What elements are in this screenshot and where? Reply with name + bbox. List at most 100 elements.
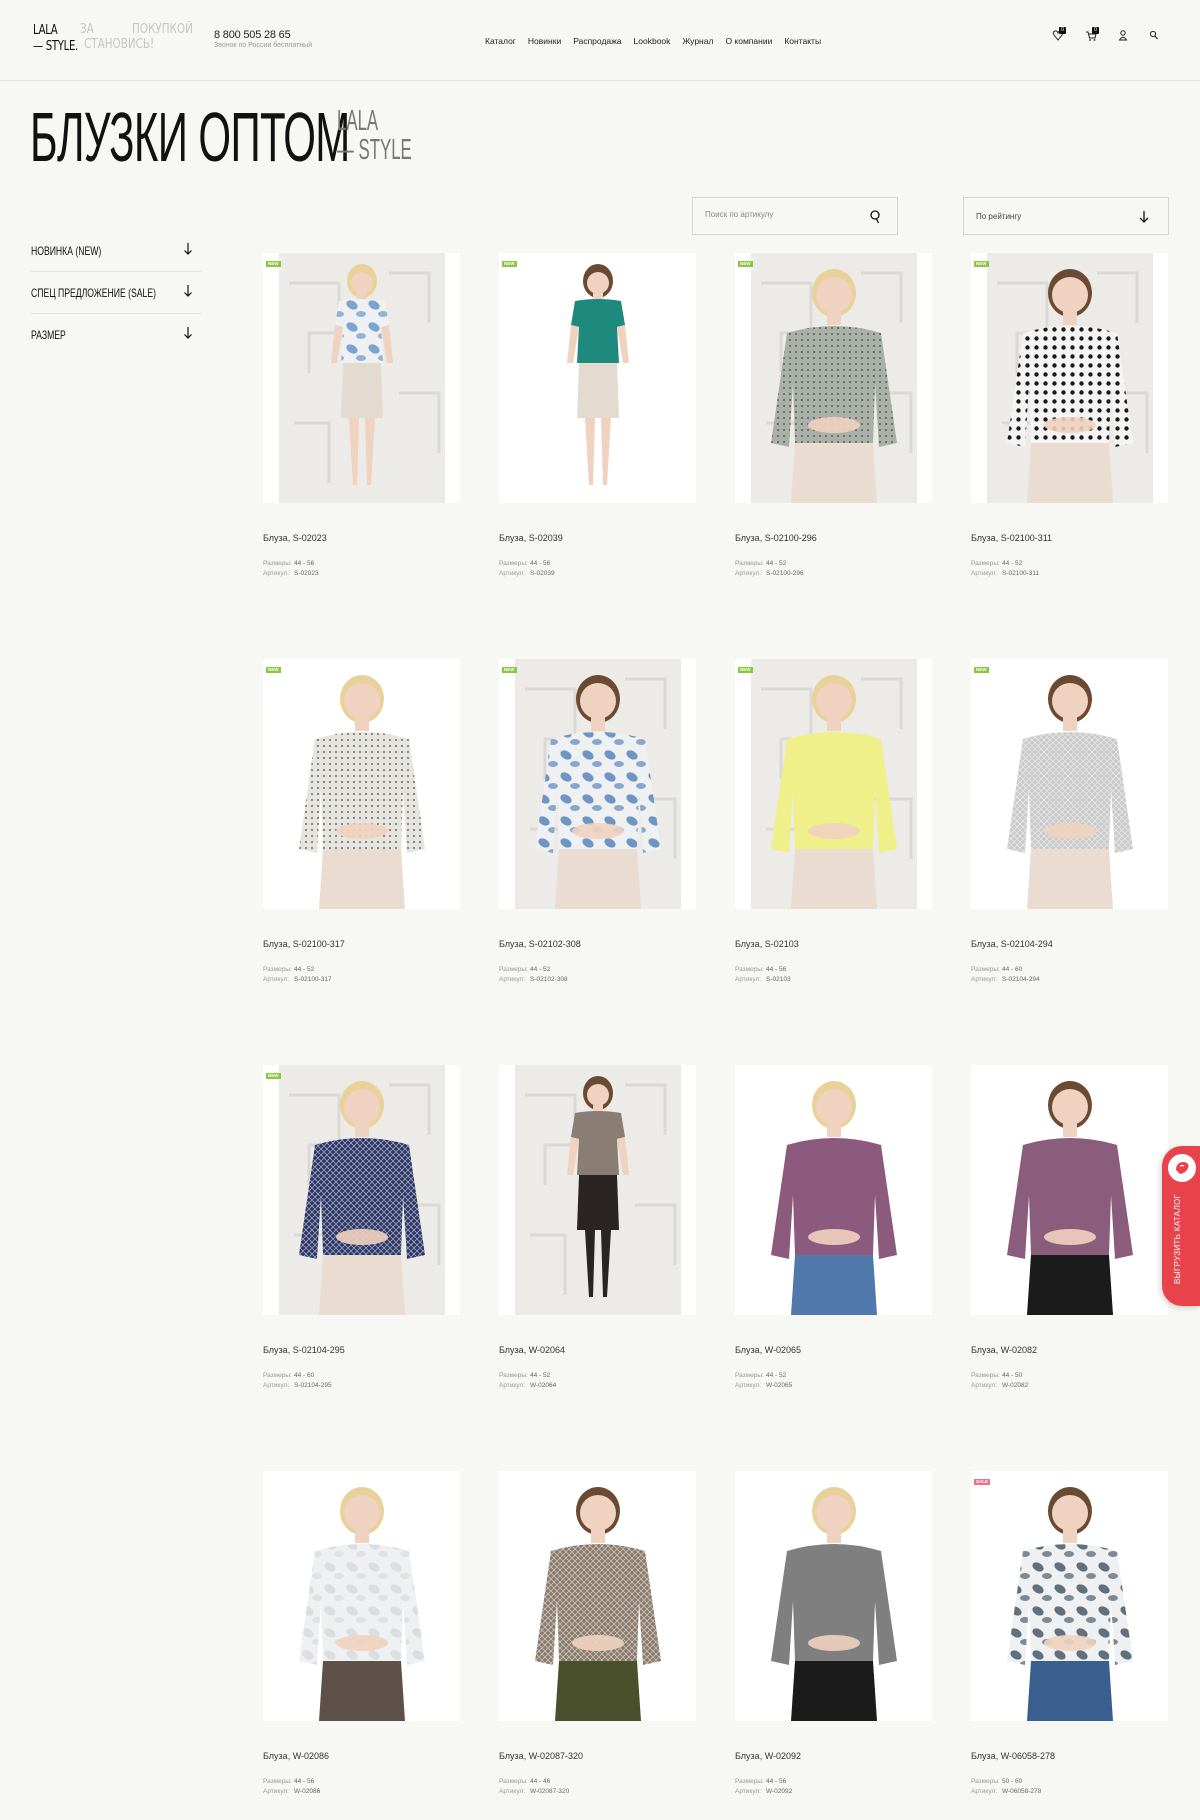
article-search (692, 197, 898, 235)
product-photo-frame (987, 1065, 1153, 1315)
article-search-input[interactable] (705, 210, 855, 219)
product-photo[interactable]: NEW (263, 253, 460, 503)
product-name[interactable]: Блуза, S-02104-294 (971, 938, 1053, 950)
product-photo[interactable] (263, 1471, 460, 1721)
product-name[interactable]: Блуза, W-02064 (499, 1344, 565, 1356)
product-card[interactable]: NEW Блуза, S-02023 Размеры: 44 - 56 Артикул:… (263, 253, 460, 583)
product-photo[interactable]: SALE (971, 1471, 1168, 1721)
sort-select[interactable]: По рейтингу (963, 197, 1169, 235)
product-name[interactable]: Блуза, W-06058-278 (971, 1750, 1055, 1762)
nav-item-contacts[interactable]: Контакты (784, 36, 821, 47)
product-photo[interactable]: NEW (263, 659, 460, 909)
phone-note: Звонок по России бесплатный (214, 42, 313, 49)
sizes-label: Размеры: (735, 560, 764, 567)
arrow-down-icon (184, 243, 192, 255)
filter-size[interactable]: РАЗМЕР (31, 314, 201, 356)
product-sizes: 44 - 46 (530, 1778, 551, 1785)
product-card[interactable]: Блуза, W-02086 Размеры: 44 - 56 Артикул: W-0… (263, 1471, 460, 1801)
product-card[interactable]: NEW Блуза, S-02103 Размеры: 44 - 56 Артикул:… (735, 659, 932, 989)
nav-item-about[interactable]: О компании (725, 36, 772, 47)
product-meta: Размеры: 44 - 52 Артикул: W-02065 (735, 1371, 792, 1390)
product-article-row: Артикул: S-02104-294 (971, 975, 1040, 985)
filter-new[interactable]: НОВИНКА (NEW) (31, 230, 201, 272)
product-card[interactable]: NEW Блуза, S-02104-294 Размеры: 44 - 60 Арти… (971, 659, 1168, 989)
product-photo-frame (515, 1471, 681, 1721)
product-name[interactable]: Блуза, S-02102-308 (499, 938, 581, 950)
logo-line-1: LALA (33, 23, 58, 38)
product-name[interactable]: Блуза, W-02087-320 (499, 1750, 583, 1762)
nav-item-lookbook[interactable]: Lookbook (634, 36, 671, 47)
product-name[interactable]: Блуза, S-02023 (263, 532, 327, 544)
product-name[interactable]: Блуза, W-02082 (971, 1344, 1037, 1356)
product-sizes-row: Размеры: 44 - 52 (735, 1371, 792, 1381)
nav-item-catalog[interactable]: Каталог (485, 36, 516, 47)
product-photo[interactable]: NEW (971, 253, 1168, 503)
product-article: S-02102-308 (530, 975, 568, 983)
user-icon[interactable] (1117, 28, 1131, 46)
slogan-word-2: ПОКУПКОЙ (132, 22, 193, 37)
product-meta: Размеры: 44 - 56 Артикул: S-02039 (499, 559, 555, 578)
product-article-row: Артикул: W-02064 (499, 1381, 556, 1391)
product-name[interactable]: Блуза, S-02104-295 (263, 1344, 345, 1356)
product-card[interactable]: Блуза, W-02092 Размеры: 44 - 56 Артикул: W-0… (735, 1471, 932, 1801)
product-photo[interactable]: NEW (735, 253, 932, 503)
product-photo[interactable]: NEW (263, 1065, 460, 1315)
search-icon[interactable] (868, 209, 882, 225)
product-card[interactable]: NEW Блуза, S-02100-296 Размеры: 44 - 52 Арти… (735, 253, 932, 583)
product-photo[interactable] (735, 1065, 932, 1315)
favorites-icon[interactable]: 0 (1052, 27, 1066, 46)
product-photo[interactable] (499, 1065, 696, 1315)
product-photo[interactable]: NEW (499, 253, 696, 503)
product-sizes-row: Размеры: 44 - 52 (971, 559, 1039, 569)
product-article: S-02039 (530, 569, 555, 577)
product-card[interactable]: Блуза, W-02082 Размеры: 44 - 50 Артикул: W-0… (971, 1065, 1168, 1395)
download-catalog-button[interactable]: ВЫГРУЗИТЬ КАТАЛОГ (1162, 1146, 1200, 1306)
product-sizes-row: Размеры: 44 - 56 (735, 1777, 792, 1787)
arrow-down-icon (1139, 211, 1149, 223)
product-photo[interactable] (971, 1065, 1168, 1315)
product-article: S-02100-317 (294, 975, 332, 983)
product-name[interactable]: Блуза, W-02065 (735, 1344, 801, 1356)
product-article-row: Артикул: S-02104-295 (263, 1381, 332, 1391)
product-name[interactable]: Блуза, W-02092 (735, 1750, 801, 1762)
nav-item-new[interactable]: Новинки (528, 36, 561, 47)
sale-badge: SALE (974, 1479, 991, 1485)
new-badge: NEW (266, 1073, 281, 1079)
product-photo[interactable] (499, 1471, 696, 1721)
product-card[interactable]: Блуза, W-02065 Размеры: 44 - 52 Артикул: W-0… (735, 1065, 932, 1395)
product-name[interactable]: Блуза, S-02039 (499, 532, 563, 544)
product-sizes: 44 - 56 (766, 1778, 787, 1785)
product-article-row: Артикул: W-02065 (735, 1381, 792, 1391)
product-card[interactable]: NEW Блуза, S-02039 Размеры: 44 - 56 Артикул:… (499, 253, 696, 583)
logo-line-2: — STYLE. (33, 39, 78, 54)
slogan-word-1: ЗА (80, 22, 94, 37)
product-name[interactable]: Блуза, S-02100-317 (263, 938, 345, 950)
product-meta: Размеры: 44 - 52 Артикул: W-02064 (499, 1371, 556, 1390)
product-name[interactable]: Блуза, W-02086 (263, 1750, 329, 1762)
product-card[interactable]: NEW Блуза, S-02100-317 Размеры: 44 - 52 Арти… (263, 659, 460, 989)
article-label: Артикул: (971, 975, 998, 983)
product-photo[interactable]: NEW (735, 659, 932, 909)
filter-sale[interactable]: СПЕЦ ПРЕДЛОЖЕНИЕ (SALE) (31, 272, 201, 314)
product-meta: Размеры: 44 - 46 Артикул: W-02087-320 (499, 1777, 569, 1796)
product-photo[interactable]: NEW (971, 659, 1168, 909)
logo[interactable]: LALA — STYLE. (33, 23, 81, 55)
sizes-label: Размеры: (499, 560, 528, 567)
product-photo[interactable] (735, 1471, 932, 1721)
product-card[interactable]: Блуза, W-02087-320 Размеры: 44 - 46 Артикул… (499, 1471, 696, 1801)
product-name[interactable]: Блуза, S-02103 (735, 938, 799, 950)
product-card[interactable]: NEW Блуза, S-02102-308 Размеры: 44 - 52 Арти… (499, 659, 696, 989)
product-photo[interactable]: NEW (499, 659, 696, 909)
product-card[interactable]: SALE Блуза, W-06058-278 Размеры: 50 - 60 Арт… (971, 1471, 1168, 1801)
nav-item-journal[interactable]: Журнал (682, 36, 713, 47)
product-photo-illustration (515, 659, 681, 909)
product-name[interactable]: Блуза, S-02100-311 (971, 532, 1052, 544)
article-label: Артикул: (499, 1787, 526, 1795)
nav-item-sale[interactable]: Распродажа (573, 36, 621, 47)
product-name[interactable]: Блуза, S-02100-296 (735, 532, 817, 544)
product-card[interactable]: Блуза, W-02064 Размеры: 44 - 52 Артикул: W-0… (499, 1065, 696, 1395)
search-icon[interactable] (1148, 28, 1162, 46)
product-card[interactable]: NEW Блуза, S-02104-295 Размеры: 44 - 60 Арти… (263, 1065, 460, 1395)
cart-icon[interactable]: 0 (1085, 27, 1099, 46)
product-card[interactable]: NEW Блуза, S-02100-311 Размеры: 44 - 52 Арти… (971, 253, 1168, 583)
